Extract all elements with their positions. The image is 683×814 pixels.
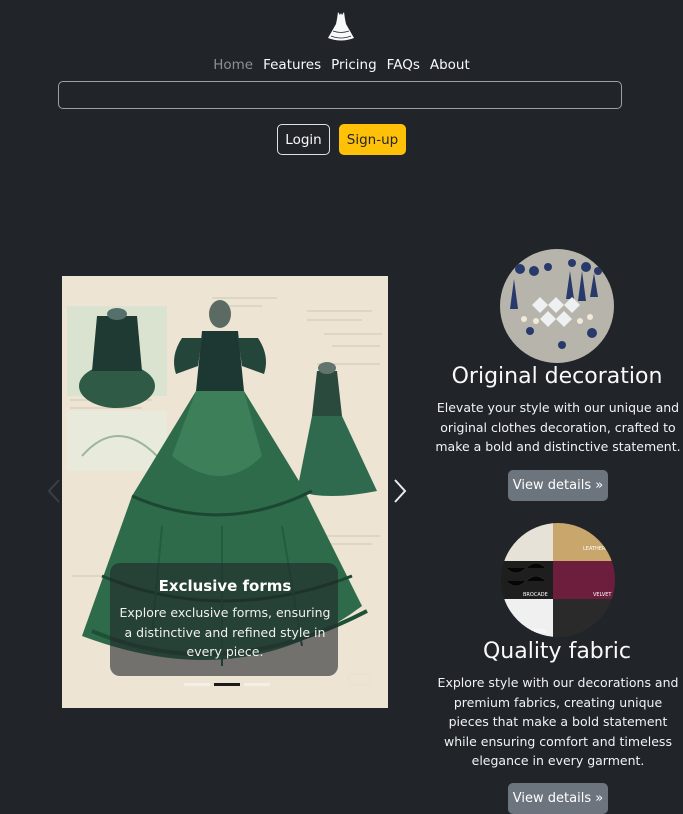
carousel-indicators [184, 683, 270, 686]
carousel-next-icon[interactable] [392, 478, 408, 504]
carousel-indicator[interactable] [214, 683, 240, 686]
fabric-image: LEATHER BROCADE VELVET LINEN [501, 523, 615, 637]
nav-features[interactable]: Features [263, 57, 321, 73]
carousel-indicator[interactable] [184, 683, 210, 686]
feature-text: Explore style with our decorations and p… [437, 675, 679, 769]
carousel-caption-text: Explore exclusive forms, ensuring a dist… [119, 605, 331, 659]
fabric-label: LINEN [531, 629, 546, 635]
nav-home[interactable]: Home [213, 57, 253, 73]
feature-text: Elevate your style with our unique and o… [435, 400, 681, 455]
decoration-image [500, 249, 614, 363]
carousel-indicator[interactable] [244, 683, 270, 686]
signup-button[interactable]: Sign-up [339, 124, 406, 155]
search-input[interactable] [58, 81, 622, 109]
main-nav: Home Features Pricing FAQs About [0, 57, 683, 73]
carousel-caption-title: Exclusive forms [158, 577, 292, 595]
fabric-label: VELVET [593, 592, 612, 598]
nav-faqs[interactable]: FAQs [387, 57, 420, 73]
view-details-button[interactable]: View details » [508, 783, 608, 814]
nav-pricing[interactable]: Pricing [331, 57, 377, 73]
login-button[interactable]: Login [277, 124, 330, 155]
feature-title: Original decoration [451, 364, 663, 389]
carousel: Exclusive forms Explore exclusive forms,… [62, 276, 388, 708]
dress-logo-icon[interactable] [325, 10, 357, 44]
fabric-label: BROCADE [523, 592, 548, 598]
carousel-prev-icon[interactable] [46, 478, 62, 504]
feature-title: Quality fabric [482, 639, 632, 664]
nav-about[interactable]: About [430, 57, 470, 73]
fabric-label: LEATHER [583, 546, 606, 552]
view-details-button[interactable]: View details » [508, 470, 608, 501]
